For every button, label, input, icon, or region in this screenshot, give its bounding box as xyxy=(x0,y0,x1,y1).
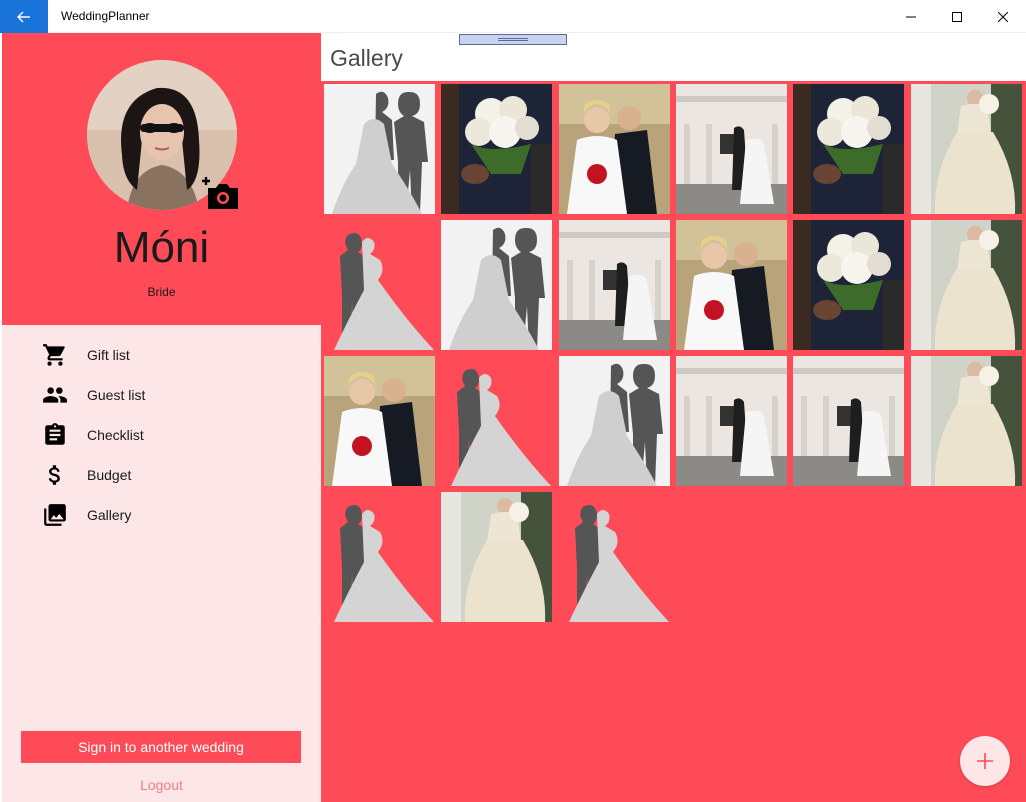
gallery-photo[interactable] xyxy=(441,492,553,622)
arrow-left-icon xyxy=(17,11,30,22)
menu-item-gift-list[interactable]: Gift list xyxy=(2,335,321,375)
gallery-photo[interactable] xyxy=(675,220,787,350)
nav-menu: Gift list Guest list Checklist Budget Ga… xyxy=(2,335,321,535)
gallery-photo[interactable] xyxy=(324,356,435,486)
gallery-photo[interactable] xyxy=(441,356,552,486)
gallery-photo[interactable] xyxy=(675,356,787,486)
gallery-photo[interactable] xyxy=(559,492,670,622)
logout-link[interactable]: Logout xyxy=(2,777,321,793)
plus-icon xyxy=(977,753,993,769)
menu-item-label: Checklist xyxy=(87,427,144,443)
maximize-button[interactable] xyxy=(934,0,980,33)
minimize-button[interactable] xyxy=(888,0,934,33)
gallery-photo[interactable] xyxy=(324,220,435,350)
gallery-photo[interactable] xyxy=(910,356,1022,486)
user-role: Bride xyxy=(147,285,176,299)
gallery-photo[interactable] xyxy=(793,84,905,214)
add-photo-button[interactable] xyxy=(960,736,1010,786)
menu-item-gallery[interactable]: Gallery xyxy=(2,495,321,535)
sign-in-another-wedding-button[interactable]: Sign in to another wedding xyxy=(21,731,301,763)
clipboard-icon xyxy=(40,420,70,450)
back-button[interactable] xyxy=(0,0,48,33)
gallery-photo[interactable] xyxy=(793,356,905,486)
gallery-photo[interactable] xyxy=(324,84,435,214)
page-title: Gallery xyxy=(330,45,403,71)
user-name: Móni xyxy=(113,223,210,272)
gallery-photo[interactable] xyxy=(558,220,670,350)
menu-item-label: Gift list xyxy=(87,347,130,363)
gallery-photo[interactable] xyxy=(910,220,1022,350)
menu-item-guest-list[interactable]: Guest list xyxy=(2,375,321,415)
menu-item-label: Guest list xyxy=(87,387,146,403)
gallery-photo[interactable] xyxy=(793,220,905,350)
close-button[interactable] xyxy=(980,0,1026,33)
add-photo-icon[interactable] xyxy=(202,175,240,211)
menu-item-checklist[interactable]: Checklist xyxy=(2,415,321,455)
close-icon xyxy=(998,11,1008,22)
maximize-icon xyxy=(952,11,962,22)
gallery-photo[interactable] xyxy=(910,84,1022,214)
gallery-photo[interactable] xyxy=(675,84,787,214)
drag-handle[interactable] xyxy=(459,34,567,45)
menu-item-label: Gallery xyxy=(87,507,132,523)
menu-item-budget[interactable]: Budget xyxy=(2,455,321,495)
gallery-photo[interactable] xyxy=(441,84,553,214)
app-title: WeddingPlanner xyxy=(61,9,150,23)
dollar-icon xyxy=(40,460,70,490)
gallery-photo[interactable] xyxy=(324,492,435,622)
minimize-icon xyxy=(906,16,916,17)
gallery-icon xyxy=(40,500,70,530)
gallery-photo[interactable] xyxy=(558,84,670,214)
gallery-photo[interactable] xyxy=(558,356,670,486)
gallery-photo[interactable] xyxy=(441,220,553,350)
profile-header: Móni Bride xyxy=(2,33,321,325)
people-icon xyxy=(40,380,70,410)
menu-item-label: Budget xyxy=(87,467,132,483)
title-bar: WeddingPlanner xyxy=(0,0,1026,33)
sidebar: Móni Bride Gift list Guest list Checklis… xyxy=(2,33,321,802)
cart-icon xyxy=(40,340,70,370)
photo-gallery xyxy=(321,81,1026,802)
